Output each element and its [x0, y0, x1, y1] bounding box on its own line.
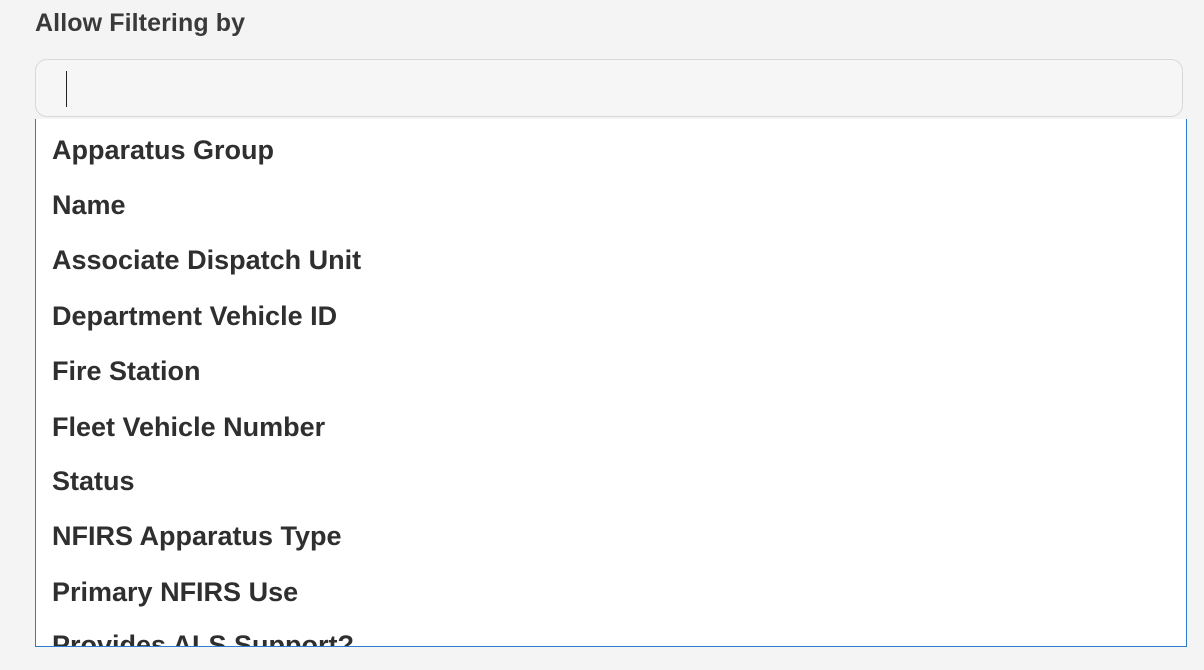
- filter-search-input[interactable]: [36, 60, 1182, 116]
- filter-options-dropdown[interactable]: Apparatus Group Name Associate Dispatch …: [35, 119, 1187, 647]
- filter-search-box[interactable]: [35, 59, 1183, 117]
- option-apparatus-group[interactable]: Apparatus Group: [52, 130, 274, 170]
- filter-field-label: Allow Filtering by: [35, 9, 246, 37]
- option-primary-nfirs-use[interactable]: Primary NFIRS Use: [52, 572, 298, 612]
- option-associate-dispatch-unit[interactable]: Associate Dispatch Unit: [52, 240, 361, 280]
- option-fleet-vehicle-number[interactable]: Fleet Vehicle Number: [52, 407, 325, 447]
- option-name[interactable]: Name: [52, 185, 126, 225]
- text-cursor: [66, 71, 67, 107]
- option-status[interactable]: Status: [52, 461, 135, 501]
- option-department-vehicle-id[interactable]: Department Vehicle ID: [52, 296, 337, 336]
- option-nfirs-apparatus-type[interactable]: NFIRS Apparatus Type: [52, 516, 342, 556]
- option-provides-als-support[interactable]: Provides ALS Support?: [52, 625, 354, 646]
- option-fire-station[interactable]: Fire Station: [52, 351, 201, 391]
